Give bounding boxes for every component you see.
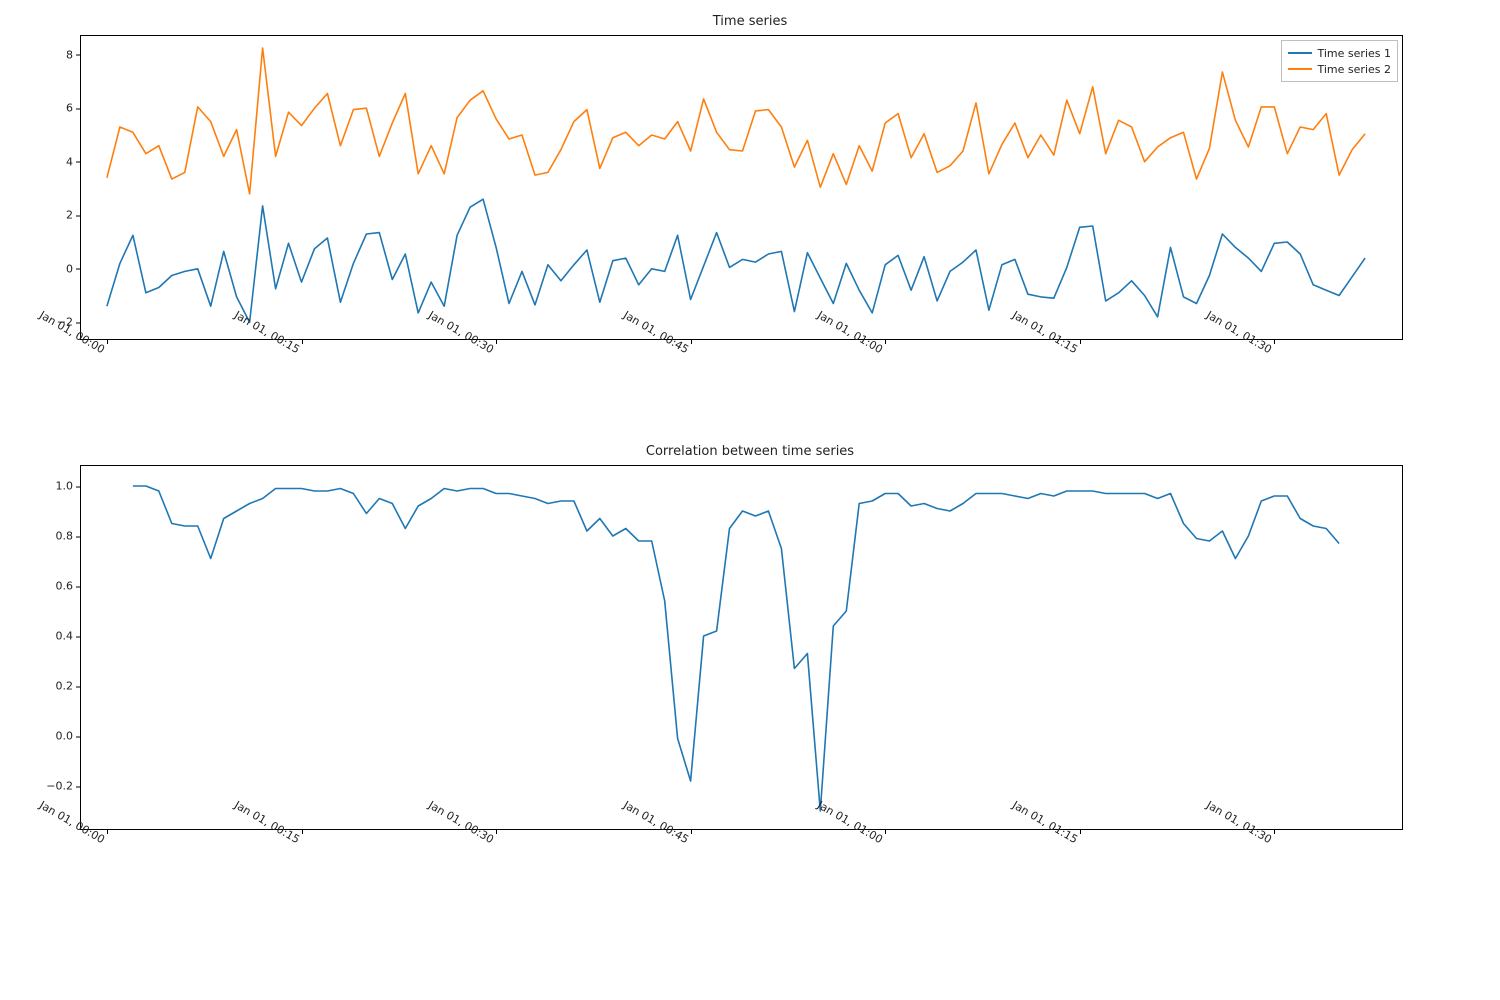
y-tick-label: 0 — [66, 262, 81, 275]
top-chart-axes: Time series 1 Time series 2 −202468Jan 0… — [80, 35, 1403, 340]
series-line — [107, 199, 1365, 322]
y-tick-label: 2 — [66, 209, 81, 222]
x-tick-mark — [107, 829, 108, 834]
y-tick-label: 0.4 — [56, 630, 82, 643]
bottom-chart-title: Correlation between time series — [0, 444, 1500, 459]
x-tick-mark — [1080, 829, 1081, 834]
figure: Time series Time series 1 Time series 2 … — [0, 0, 1500, 1000]
top-chart-title: Time series — [0, 14, 1500, 29]
top-chart-plot-area — [81, 36, 1404, 341]
legend-label-series-2: Time series 2 — [1318, 63, 1392, 76]
y-tick-label: 0.0 — [56, 730, 82, 743]
legend: Time series 1 Time series 2 — [1281, 40, 1399, 82]
x-tick-mark — [1274, 829, 1275, 834]
x-tick-mark — [302, 339, 303, 344]
x-tick-mark — [302, 829, 303, 834]
bottom-chart-plot-area — [81, 466, 1404, 831]
y-tick-label: 6 — [66, 102, 81, 115]
bottom-chart-axes: −0.20.00.20.40.60.81.0Jan 01, 00:00Jan 0… — [80, 465, 1403, 830]
y-tick-label: −0.2 — [46, 780, 81, 793]
legend-label-series-1: Time series 1 — [1318, 47, 1392, 60]
x-tick-mark — [691, 339, 692, 344]
y-tick-label: 0.6 — [56, 580, 82, 593]
x-tick-mark — [496, 829, 497, 834]
x-tick-mark — [691, 829, 692, 834]
x-tick-mark — [885, 829, 886, 834]
y-tick-label: 4 — [66, 155, 81, 168]
x-tick-mark — [496, 339, 497, 344]
series-line — [133, 486, 1339, 811]
legend-swatch-series-2 — [1288, 68, 1312, 70]
legend-entry-series-1: Time series 1 — [1288, 45, 1392, 61]
x-tick-mark — [1274, 339, 1275, 344]
legend-entry-series-2: Time series 2 — [1288, 61, 1392, 77]
x-tick-mark — [107, 339, 108, 344]
y-tick-label: 8 — [66, 48, 81, 61]
y-tick-label: 0.8 — [56, 530, 82, 543]
y-tick-label: 0.2 — [56, 680, 82, 693]
legend-swatch-series-1 — [1288, 52, 1312, 54]
x-tick-mark — [1080, 339, 1081, 344]
y-tick-label: 1.0 — [56, 480, 82, 493]
x-tick-mark — [885, 339, 886, 344]
series-line — [107, 48, 1365, 194]
